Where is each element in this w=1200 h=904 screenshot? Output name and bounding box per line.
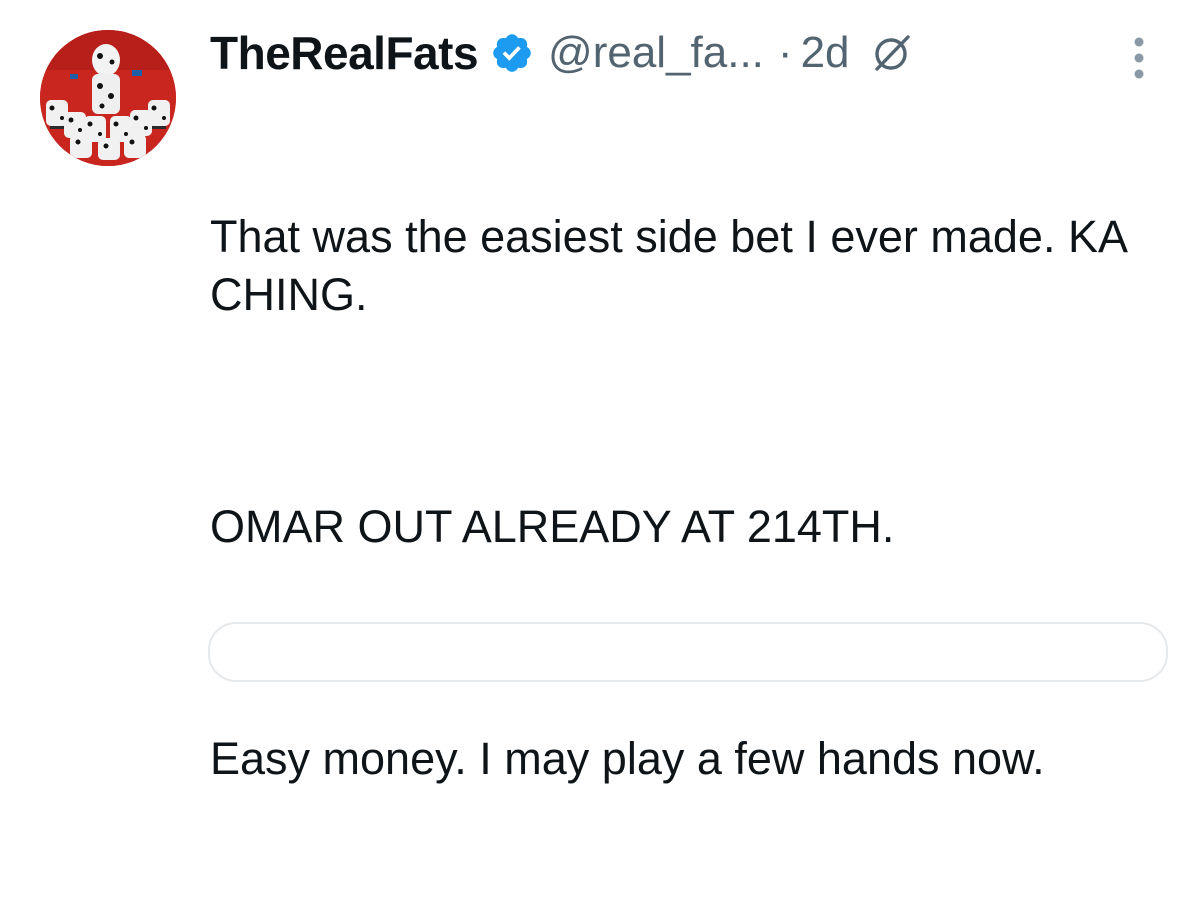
tweet-header: TheRealFats @real_fa... · 2d [210,22,912,84]
avatar-image [40,30,176,166]
tweet-paragraph: Easy money. I may play a few hands now. [210,733,1045,784]
verified-badge-icon[interactable] [490,31,534,75]
tweet-paragraph: OMAR OUT ALREADY AT 214TH. [210,501,895,552]
tweet-text: That was the easiest side bet I ever mad… [210,92,1130,904]
grok-icon[interactable] [872,33,912,73]
more-vertical-icon[interactable] [1124,34,1154,84]
handle[interactable]: @real_fa... [548,28,764,78]
display-name[interactable]: TheRealFats [210,26,479,80]
tweet[interactable]: TheRealFats @real_fa... · 2d That was th… [0,0,1200,784]
timestamp[interactable]: 2d [801,28,850,78]
separator-dot: · [777,28,793,77]
tweet-paragraph: That was the easiest side bet I ever mad… [210,211,1139,320]
embedded-card[interactable] [208,622,1168,682]
avatar[interactable] [40,30,176,166]
